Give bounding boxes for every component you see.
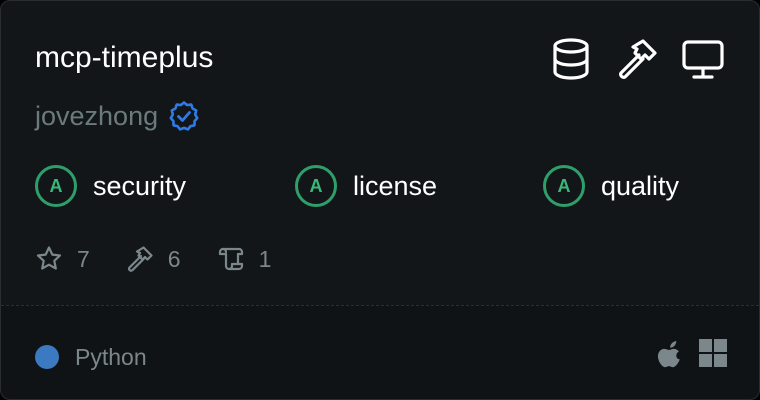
grade-label-license: license bbox=[353, 171, 438, 201]
hammer-icon bbox=[619, 39, 657, 79]
capability-icons bbox=[549, 37, 725, 81]
author-name[interactable]: jovezhong bbox=[35, 98, 158, 134]
card-footer: Python bbox=[1, 305, 759, 399]
os-icons bbox=[657, 338, 727, 368]
apple-icon bbox=[657, 341, 680, 368]
grades-row: A security A license A quality bbox=[1, 165, 759, 211]
monitor-icon bbox=[682, 40, 724, 79]
grade-license[interactable]: A license bbox=[295, 165, 437, 207]
grade-label-quality: quality bbox=[601, 171, 680, 201]
stat-stars: 7 bbox=[35, 243, 90, 275]
windows-icon bbox=[699, 339, 727, 367]
database-icon bbox=[553, 38, 589, 80]
language-tag: Python bbox=[35, 342, 147, 372]
server-title[interactable]: mcp-timeplus bbox=[35, 39, 213, 77]
scroll-icon bbox=[218, 247, 243, 271]
stat-tools: 6 bbox=[126, 243, 181, 275]
grade-badge: A bbox=[35, 165, 77, 207]
stats-row: 7 6 1 bbox=[35, 243, 307, 275]
stars-count: 7 bbox=[77, 246, 90, 272]
grade-security[interactable]: A security bbox=[35, 165, 186, 207]
tools-count: 6 bbox=[167, 246, 181, 272]
server-card[interactable]: mcp-timeplus jovezhong A security A lice… bbox=[0, 0, 760, 400]
star-icon bbox=[36, 246, 62, 270]
scroll-count: 1 bbox=[258, 246, 272, 272]
hammer-icon bbox=[127, 246, 153, 272]
stat-scroll: 1 bbox=[217, 243, 272, 275]
verified-badge-icon bbox=[169, 101, 199, 131]
grade-badge: A bbox=[543, 165, 585, 207]
grade-quality[interactable]: A quality bbox=[543, 165, 679, 207]
grade-badge: A bbox=[295, 165, 337, 207]
author-row: jovezhong bbox=[35, 98, 200, 134]
language-name: Python bbox=[75, 344, 147, 370]
grade-label-security: security bbox=[93, 171, 187, 201]
language-color-dot bbox=[35, 345, 59, 369]
